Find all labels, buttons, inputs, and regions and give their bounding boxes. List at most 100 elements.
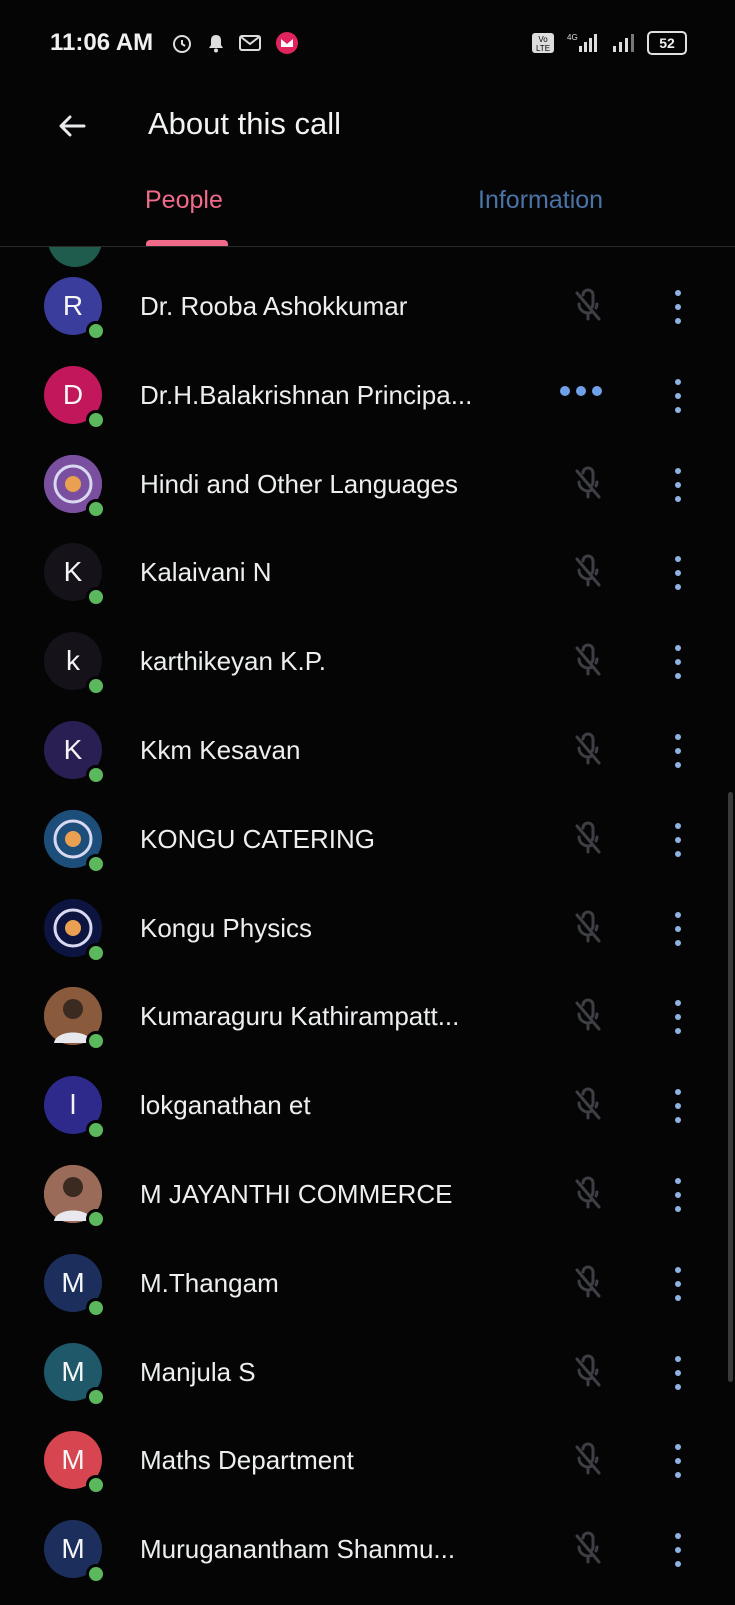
mic-off-icon[interactable] <box>565 283 611 329</box>
more-options-icon[interactable] <box>666 997 690 1037</box>
more-options-icon[interactable] <box>666 465 690 505</box>
more-options-icon[interactable] <box>666 1086 690 1126</box>
avatar-initial: D <box>62 378 84 410</box>
online-status-dot <box>86 1209 106 1229</box>
participant-row[interactable]: Hindi and Other Languages <box>0 439 735 529</box>
participant-name: Kalaivani N <box>140 557 272 588</box>
avatar-initial: M <box>61 1444 85 1476</box>
battery-icon: 52 <box>647 31 687 55</box>
participant-row[interactable]: Kumaraguru Kathirampatt... <box>0 971 735 1061</box>
participant-row[interactable]: M Maths Department <box>0 1415 735 1505</box>
volte-icon: Vo LTE <box>531 32 555 54</box>
online-status-dot <box>86 409 106 430</box>
alarm-icon <box>171 32 193 54</box>
participant-row[interactable]: M M.Thangam <box>0 1238 735 1328</box>
participant-name: Dr.H.Balakrishnan Principa... <box>140 379 473 410</box>
participant-name: lokganathan et <box>140 1090 311 1121</box>
participant-list[interactable]: R Dr. Rooba Ashokkumar D Dr.H.Balakrishnan … <box>0 247 735 1605</box>
participant-name: Maths Department <box>140 1445 354 1476</box>
online-status-dot <box>86 1297 106 1318</box>
mic-off-icon[interactable] <box>565 1171 611 1217</box>
participant-row[interactable]: l lokganathan et <box>0 1060 735 1150</box>
mic-off-icon[interactable] <box>565 1260 611 1306</box>
mic-off-icon[interactable] <box>565 727 611 773</box>
participant-name: KONGU CATERING <box>140 823 375 854</box>
participant-row[interactable]: KONGU CATERING <box>0 794 735 884</box>
participant-row[interactable]: K Kkm Kesavan <box>0 705 735 795</box>
online-status-dot <box>86 1564 106 1585</box>
online-status-dot <box>86 765 106 785</box>
participant-name: Dr. Rooba Ashokkumar <box>140 291 408 321</box>
online-status-dot <box>86 1031 106 1052</box>
participant-name: Kumaraguru Kathirampatt... <box>140 1001 460 1032</box>
mic-off-icon[interactable] <box>565 816 611 862</box>
more-options-icon[interactable] <box>666 376 690 416</box>
more-options-icon[interactable] <box>666 1264 690 1304</box>
battery-level: 52 <box>659 35 675 51</box>
online-status-dot <box>86 321 106 341</box>
more-options-icon[interactable] <box>666 909 690 949</box>
more-options-icon[interactable] <box>666 287 690 327</box>
4g-signal-icon: 4G <box>565 32 601 54</box>
participant-row[interactable]: R Dr. Rooba Ashokkumar <box>0 261 735 351</box>
participant-name: M.Thangam <box>140 1267 279 1298</box>
mic-off-icon[interactable] <box>565 1349 611 1395</box>
tab-indicator <box>146 240 228 246</box>
mic-off-icon[interactable] <box>565 638 611 684</box>
participant-row[interactable]: M Muruganantham Shanmu... <box>0 1504 735 1594</box>
arrow-back-icon[interactable] <box>52 106 92 146</box>
more-options-icon[interactable] <box>666 820 690 860</box>
participant-row[interactable]: M JAYANTHI COMMERCE <box>0 1149 735 1239</box>
mic-off-icon[interactable] <box>565 993 611 1039</box>
online-status-dot <box>86 942 106 963</box>
participant-row[interactable]: D Dr.H.Balakrishnan Principa... <box>0 350 735 440</box>
participant-name: Kkm Kesavan <box>140 735 301 765</box>
mic-off-icon[interactable] <box>565 1437 611 1483</box>
participant-name: Kongu Physics <box>140 912 312 943</box>
participant-row[interactable]: M Manjula S <box>0 1327 735 1417</box>
avatar-initial: R <box>62 290 84 321</box>
avatar-initial: K <box>63 734 83 765</box>
mic-off-icon[interactable] <box>565 549 611 595</box>
avatar-initial: M <box>61 1533 85 1565</box>
online-status-dot <box>86 676 106 697</box>
gmail-icon <box>239 34 262 52</box>
participant-name: Manjula S <box>140 1356 256 1387</box>
participant-name: karthikeyan K.P. <box>140 646 326 677</box>
svg-text:Vo: Vo <box>538 35 548 44</box>
avatar-initial: l <box>69 1089 77 1121</box>
more-options-icon[interactable] <box>666 1353 690 1393</box>
online-status-dot <box>86 1475 106 1496</box>
status-bar: 11:06 AM Vo LTE 4G 52 <box>0 0 735 86</box>
participant-row[interactable]: k karthikeyan K.P. <box>0 616 735 706</box>
participant-row[interactable]: K Kalaivani N <box>0 527 735 617</box>
more-options-icon[interactable] <box>666 1175 690 1215</box>
tab-people[interactable]: People <box>145 186 223 215</box>
participant-name: M JAYANTHI COMMERCE <box>140 1179 453 1209</box>
avatar-initial: k <box>66 645 80 677</box>
page-title: About this call <box>148 106 341 141</box>
app-bar: About this call <box>0 86 735 166</box>
more-options-icon[interactable] <box>666 1441 690 1481</box>
mic-off-icon[interactable] <box>565 905 611 951</box>
participant-name: Muruganantham Shanmu... <box>140 1534 456 1565</box>
more-options-icon[interactable] <box>666 1530 690 1570</box>
participant-name: Hindi and Other Languages <box>140 468 459 499</box>
online-status-dot <box>86 498 106 519</box>
more-options-icon[interactable] <box>666 731 690 771</box>
participant-row[interactable]: Kongu Physics <box>0 883 735 973</box>
tab-information[interactable]: Information <box>478 186 603 215</box>
online-status-dot <box>86 1386 106 1407</box>
avatar-initial: M <box>61 1266 85 1298</box>
mic-off-icon[interactable] <box>565 1082 611 1128</box>
mic-off-icon[interactable] <box>565 461 611 507</box>
mic-off-icon[interactable] <box>565 1526 611 1572</box>
speaking-dots-icon <box>560 385 602 396</box>
avatar-initial: K <box>63 556 83 588</box>
more-options-icon[interactable] <box>666 642 690 682</box>
scrollbar[interactable] <box>728 792 733 1382</box>
more-options-icon[interactable] <box>666 553 690 593</box>
signal-icon <box>611 32 637 54</box>
online-status-dot <box>86 853 106 874</box>
avatar-initial: M <box>61 1355 85 1387</box>
